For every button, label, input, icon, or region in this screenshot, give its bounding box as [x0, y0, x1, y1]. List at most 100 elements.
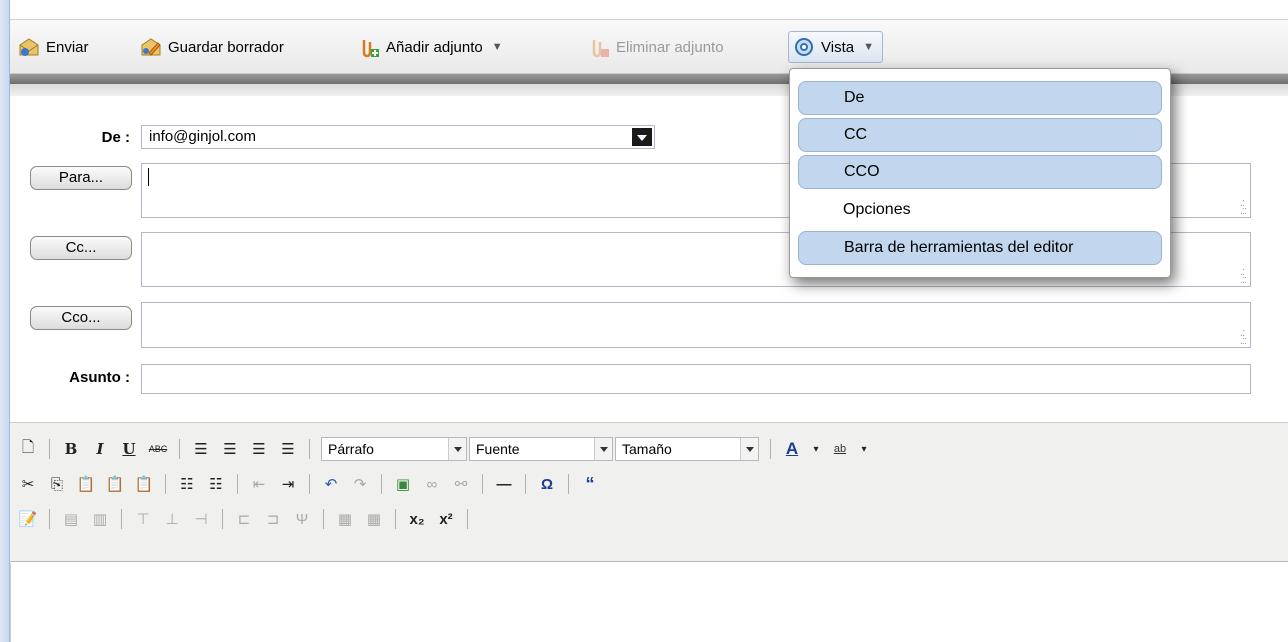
blockquote-icon[interactable]: “	[580, 474, 600, 495]
separator	[179, 439, 180, 459]
menu-item-cc[interactable]: CC	[798, 118, 1162, 152]
save-draft-icon	[140, 36, 162, 58]
numbered-list-icon[interactable]: ☷	[206, 475, 226, 493]
from-value: info@ginjol.com	[149, 128, 256, 145]
menu-item-label: CC	[844, 126, 868, 143]
edit-table-icon[interactable]: 📝	[18, 510, 38, 528]
separator	[237, 474, 238, 494]
send-button[interactable]: Enviar	[18, 32, 89, 62]
editor-toolbar: 🗋 B I U ABC ☰ ☰ ☰ ☰ Párrafo Fuente Tamañ…	[10, 422, 1288, 562]
align-right-icon[interactable]: ☰	[249, 440, 269, 458]
italic-icon[interactable]: I	[90, 440, 110, 458]
separator	[309, 474, 310, 494]
superscript-icon[interactable]: x²	[436, 511, 456, 528]
from-label: De :	[101, 129, 130, 146]
menu-item-editor-toolbar[interactable]: Barra de herramientas del editor	[798, 231, 1162, 265]
indent-icon[interactable]: ⇥	[278, 475, 298, 493]
subscript-icon[interactable]: x₂	[407, 511, 427, 528]
format-select-value: Párrafo	[328, 441, 374, 457]
horizontal-rule-icon[interactable]: —	[494, 476, 514, 493]
link-icon[interactable]: ∞	[422, 476, 442, 493]
dropdown-arrow-icon[interactable]	[594, 438, 612, 460]
insert-row-after-icon[interactable]: ⊥	[162, 510, 182, 528]
size-select-value: Tamaño	[622, 441, 672, 457]
separator	[395, 509, 396, 529]
dropdown-arrow-icon[interactable]	[448, 438, 466, 460]
separator	[309, 439, 310, 459]
dropdown-arrow-icon[interactable]	[740, 438, 758, 460]
copy-icon[interactable]: ⎘	[47, 476, 67, 493]
insert-column-after-icon[interactable]: ⊐	[263, 510, 283, 528]
bold-icon[interactable]: B	[61, 440, 81, 458]
separator	[165, 474, 166, 494]
align-center-icon[interactable]: ☰	[220, 440, 240, 458]
bullet-list-icon[interactable]: ☷	[177, 475, 197, 493]
add-attachment-button[interactable]: Añadir adjunto ▼	[358, 32, 503, 62]
remove-attachment-label: Eliminar adjunto	[616, 38, 724, 56]
split-cells-icon[interactable]: ▦	[364, 510, 384, 528]
redo-icon[interactable]: ↷	[350, 475, 370, 493]
paste-text-icon[interactable]: 📋	[105, 475, 125, 493]
unlink-icon[interactable]: ⚯	[451, 475, 471, 493]
strikethrough-icon[interactable]: ABC	[148, 444, 168, 454]
add-attachment-label: Añadir adjunto	[386, 38, 483, 56]
subject-label: Asunto :	[69, 369, 130, 386]
menu-item-options[interactable]: Opciones	[798, 194, 1162, 228]
table-cell-props-icon[interactable]: ▥	[90, 510, 110, 528]
editor-toolbar-row-2: ✂ ⎘ 📋 📋 📋 ☷ ☷ ⇤ ⇥ ↶ ↷ ▣ ∞ ⚯ — Ω “	[18, 470, 600, 498]
chevron-down-icon[interactable]: ▾	[859, 444, 869, 455]
compose-toolbar: Enviar Guardar borrador Añadir adjunto ▼…	[10, 20, 1288, 74]
cut-icon[interactable]: ✂	[18, 475, 38, 493]
special-character-icon[interactable]: Ω	[537, 476, 557, 493]
delete-row-icon[interactable]: ⊣	[191, 510, 211, 528]
bcc-button[interactable]: Cco...	[30, 306, 132, 330]
dropdown-arrow-icon[interactable]	[632, 128, 652, 146]
paste-icon[interactable]: 📋	[76, 475, 96, 493]
separator	[568, 474, 569, 494]
view-label: Vista	[821, 38, 855, 56]
outdent-icon[interactable]: ⇤	[249, 475, 269, 493]
insert-image-icon[interactable]: ▣	[393, 475, 413, 493]
new-document-icon[interactable]: 🗋	[18, 437, 38, 462]
table-row-props-icon[interactable]: ▤	[61, 510, 81, 528]
paperclip-remove-icon	[588, 36, 610, 58]
delete-column-icon[interactable]: Ψ	[292, 511, 312, 528]
from-select[interactable]: info@ginjol.com	[141, 125, 655, 149]
size-select[interactable]: Tamaño	[615, 437, 759, 461]
underline-icon[interactable]: U	[119, 440, 139, 458]
undo-icon[interactable]: ↶	[321, 475, 341, 493]
font-select-value: Fuente	[476, 441, 520, 457]
text-color-icon[interactable]: A	[782, 439, 802, 459]
menu-item-from[interactable]: De	[798, 81, 1162, 115]
format-select[interactable]: Párrafo	[321, 437, 467, 461]
separator	[121, 509, 122, 529]
view-menu-button[interactable]: Vista ▼	[788, 31, 883, 63]
subject-input[interactable]	[141, 364, 1251, 394]
to-button[interactable]: Para...	[30, 166, 132, 190]
editor-body[interactable]	[10, 563, 1288, 642]
font-select[interactable]: Fuente	[469, 437, 613, 461]
align-left-icon[interactable]: ☰	[191, 440, 211, 458]
window-top-edge	[10, 0, 1288, 20]
separator	[525, 474, 526, 494]
merge-cells-icon[interactable]: ▦	[335, 510, 355, 528]
chevron-down-icon[interactable]: ▾	[811, 444, 821, 455]
resize-handle-icon[interactable]: .:.::	[1240, 267, 1247, 286]
highlight-color-icon[interactable]: ab	[830, 443, 850, 455]
insert-column-before-icon[interactable]: ⊏	[234, 510, 254, 528]
align-justify-icon[interactable]: ☰	[278, 440, 298, 458]
send-label: Enviar	[46, 38, 89, 56]
resize-handle-icon[interactable]: .:.::	[1240, 198, 1247, 217]
bcc-field[interactable]: .:.::	[141, 302, 1251, 348]
cc-button[interactable]: Cc...	[30, 236, 132, 260]
save-draft-button[interactable]: Guardar borrador	[140, 32, 284, 62]
paste-word-icon[interactable]: 📋	[134, 475, 154, 493]
insert-row-before-icon[interactable]: ⊤	[133, 510, 153, 528]
resize-handle-icon[interactable]: .:.::	[1240, 328, 1247, 347]
window-left-edge	[0, 0, 10, 642]
separator	[222, 509, 223, 529]
remove-attachment-button[interactable]: Eliminar adjunto	[588, 32, 724, 62]
menu-item-bcc[interactable]: CCO	[798, 155, 1162, 189]
save-draft-label: Guardar borrador	[168, 38, 284, 56]
view-dropdown-menu: De CC CCO Opciones Barra de herramientas…	[789, 68, 1171, 278]
